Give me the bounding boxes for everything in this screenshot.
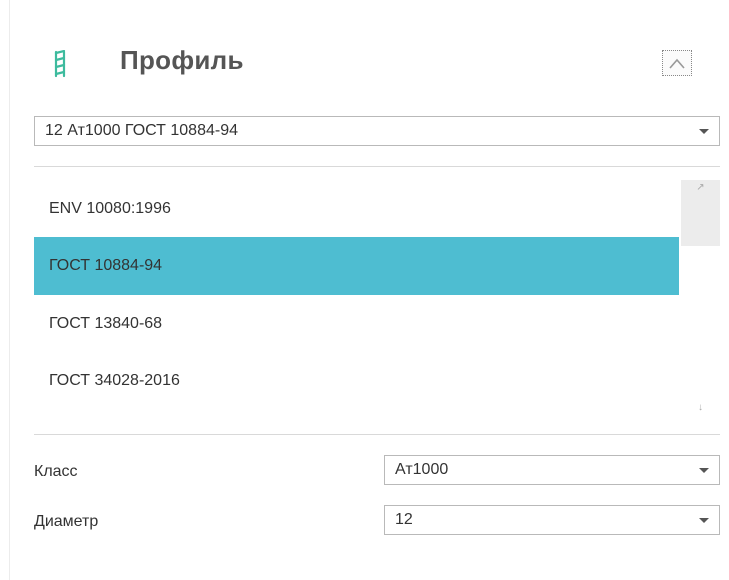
list-item-label: ГОСТ 34028-2016 — [49, 372, 180, 389]
list-scrollbar[interactable]: ↗ ↓ — [681, 180, 720, 430]
panel-header: Профиль — [10, 0, 729, 100]
collapse-button[interactable] — [662, 50, 692, 76]
scroll-up-arrow-icon[interactable]: ↗ — [681, 182, 720, 193]
class-select-value: Ат1000 — [395, 461, 449, 478]
class-label: Класс — [34, 463, 78, 480]
diameter-select[interactable]: 12 — [384, 505, 720, 535]
divider-bottom — [34, 434, 720, 435]
list-item-label: ГОСТ 13840-68 — [49, 315, 163, 332]
profile-panel: Профиль 12 Ат1000 ГОСТ 10884-94 ENV 1008… — [9, 0, 729, 580]
rebar-profile-icon — [54, 50, 66, 78]
list-item-label: ENV 10080:1996 — [49, 200, 171, 217]
profile-select-value: 12 Ат1000 ГОСТ 10884-94 — [45, 122, 238, 139]
chevron-down-icon — [699, 468, 709, 473]
diameter-select-value: 12 — [395, 511, 413, 528]
list-item[interactable]: ГОСТ 34028-2016 — [34, 352, 679, 410]
diameter-label: Диаметр — [34, 513, 99, 530]
chevron-up-icon — [669, 58, 685, 69]
scroll-down-arrow-icon[interactable]: ↓ — [681, 402, 720, 413]
profile-select[interactable]: 12 Ат1000 ГОСТ 10884-94 — [34, 116, 720, 146]
standards-list: ENV 10080:1996 ГОСТ 10884-94 ГОСТ 13840-… — [34, 180, 720, 430]
list-item-selected[interactable]: ГОСТ 10884-94 — [34, 237, 679, 295]
list-item[interactable]: ГОСТ 13840-68 — [34, 295, 679, 353]
chevron-down-icon — [699, 129, 709, 134]
chevron-down-icon — [699, 518, 709, 523]
class-select[interactable]: Ат1000 — [384, 455, 720, 485]
list-item[interactable]: ENV 10080:1996 — [34, 180, 679, 238]
panel-title: Профиль — [120, 45, 244, 75]
divider-top — [34, 166, 720, 167]
list-item-label: ГОСТ 10884-94 — [49, 257, 163, 274]
